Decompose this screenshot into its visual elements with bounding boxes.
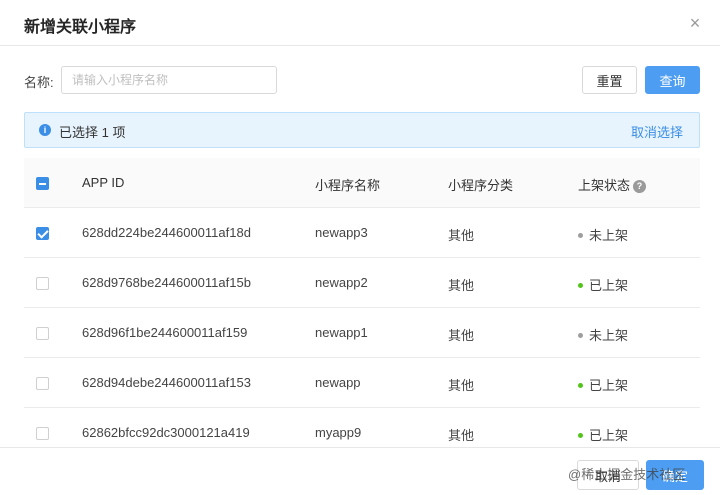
- app-id-cell: 628d94debe244600011af153: [82, 375, 251, 390]
- status-cell: 已上架: [578, 375, 628, 394]
- status-cell: 未上架: [578, 225, 628, 244]
- info-icon: i: [39, 124, 51, 136]
- status-text: 未上架: [589, 328, 629, 343]
- row-checkbox[interactable]: [36, 377, 49, 390]
- category-cell: 其他: [448, 228, 475, 243]
- cancel-button[interactable]: 取消: [577, 460, 639, 490]
- dialog-footer: 取消 确定 @稀土掘金技术社区: [0, 447, 720, 495]
- app-name-cell: newapp2: [315, 275, 368, 290]
- app-name-cell: myapp9: [315, 425, 362, 440]
- add-mini-program-dialog: 新增关联小程序 × 名称: 重置 查询 i 已选择 1 项 取消选择 APP I…: [0, 0, 720, 495]
- selection-alert: i 已选择 1 项 取消选择: [24, 112, 700, 148]
- row-checkbox[interactable]: [36, 327, 49, 340]
- row-checkbox[interactable]: [36, 427, 49, 440]
- name-search-input[interactable]: [61, 66, 277, 94]
- category-cell: 其他: [448, 328, 475, 343]
- table-header: APP ID 小程序名称 小程序分类 上架状态?: [24, 158, 700, 208]
- app-id-cell: 628d96f1be244600011af159: [82, 325, 248, 340]
- status-text: 已上架: [589, 428, 629, 443]
- status-dot: [578, 333, 583, 338]
- column-header-name: 小程序名称: [315, 178, 381, 193]
- confirm-button[interactable]: 确定: [646, 460, 704, 490]
- column-header-app-id: APP ID: [82, 175, 125, 190]
- app-id-cell: 628d9768be244600011af15b: [82, 275, 251, 290]
- app-name-cell: newapp3: [315, 225, 368, 240]
- status-text: 已上架: [589, 378, 629, 393]
- category-cell: 其他: [448, 378, 475, 393]
- help-icon[interactable]: ?: [633, 180, 647, 193]
- category-cell: 其他: [448, 428, 475, 443]
- status-text: 未上架: [589, 228, 629, 243]
- table-row[interactable]: 628d96f1be244600011af159 newapp1 其他 未上架: [24, 308, 700, 358]
- column-header-status-label: 上架状态: [578, 178, 631, 193]
- reset-button[interactable]: 重置: [582, 66, 637, 94]
- status-cell: 未上架: [578, 325, 628, 344]
- status-dot: [578, 383, 583, 388]
- status-dot: [578, 233, 583, 238]
- status-dot: [578, 433, 583, 438]
- status-cell: 已上架: [578, 275, 628, 294]
- name-label: 名称:: [24, 75, 54, 90]
- app-id-cell: 62862bfcc92dc3000121a419: [82, 425, 250, 440]
- selection-count-text: 已选择 1 项: [59, 125, 126, 140]
- app-name-cell: newapp: [315, 375, 361, 390]
- column-header-status: 上架状态?: [578, 175, 647, 194]
- search-form: 名称: 重置 查询: [24, 66, 700, 94]
- dialog-header: 新增关联小程序 ×: [0, 0, 720, 46]
- table-row[interactable]: 628d9768be244600011af15b newapp2 其他 已上架: [24, 258, 700, 308]
- query-button[interactable]: 查询: [645, 66, 700, 94]
- select-all-checkbox[interactable]: [36, 177, 49, 190]
- dialog-title: 新增关联小程序: [24, 19, 137, 36]
- row-checkbox[interactable]: [36, 277, 49, 290]
- status-dot: [578, 283, 583, 288]
- table-row[interactable]: 628d94debe244600011af153 newapp 其他 已上架: [24, 358, 700, 408]
- close-icon[interactable]: ×: [686, 14, 704, 32]
- status-text: 已上架: [589, 278, 629, 293]
- column-header-category: 小程序分类: [448, 178, 514, 193]
- category-cell: 其他: [448, 278, 475, 293]
- row-checkbox[interactable]: [36, 227, 49, 240]
- app-name-cell: newapp1: [315, 325, 368, 340]
- table-row[interactable]: 628dd224be244600011af18d newapp3 其他 未上架: [24, 208, 700, 258]
- app-id-cell: 628dd224be244600011af18d: [82, 225, 251, 240]
- status-cell: 已上架: [578, 425, 628, 444]
- clear-selection-link[interactable]: 取消选择: [631, 122, 683, 141]
